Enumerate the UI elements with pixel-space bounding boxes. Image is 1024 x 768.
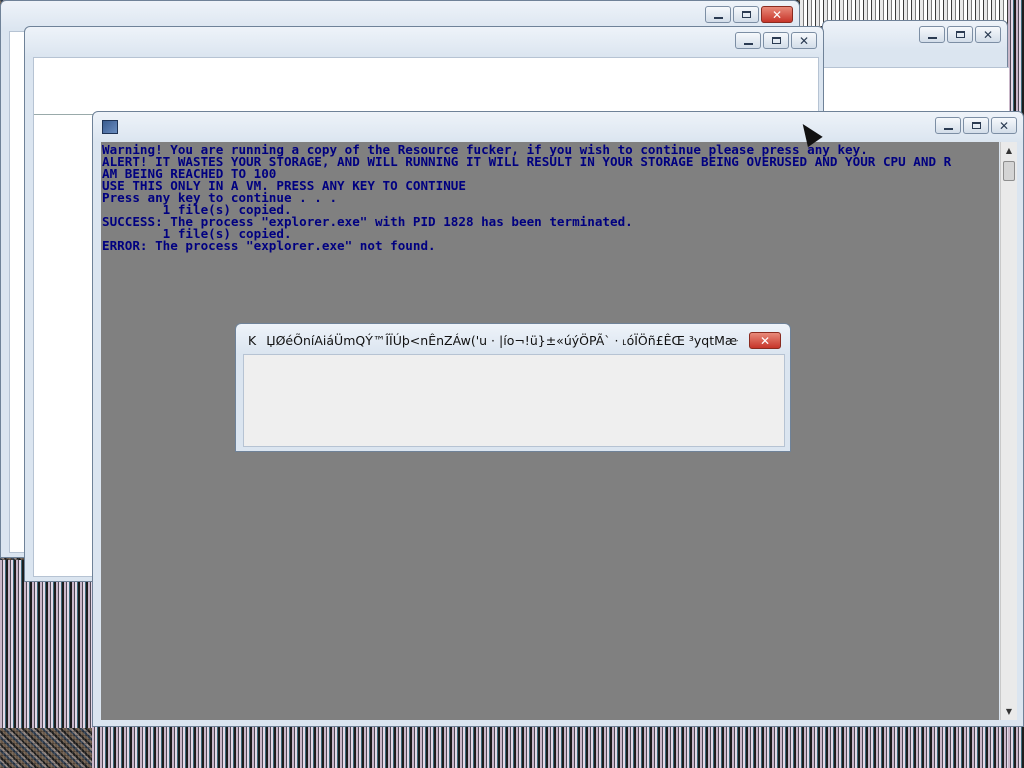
- close-icon[interactable]: ✕: [761, 6, 793, 23]
- close-icon[interactable]: ✕: [791, 32, 817, 49]
- scroll-down-arrow-icon[interactable]: ▼: [1001, 703, 1017, 720]
- minimize-icon[interactable]: [735, 32, 761, 49]
- glitch-artifact: [92, 727, 1024, 768]
- console-titlebar[interactable]: ✕: [93, 112, 1023, 142]
- dialog-body: [243, 354, 785, 447]
- console-output: Warning! You are running a copy of the R…: [101, 142, 999, 252]
- close-icon[interactable]: ✕: [991, 117, 1017, 134]
- scroll-up-arrow-icon[interactable]: ▲: [1001, 142, 1017, 159]
- minimize-icon[interactable]: [935, 117, 961, 134]
- maximize-icon[interactable]: [947, 26, 973, 43]
- window-controls: ✕: [735, 32, 817, 49]
- maximize-icon[interactable]: [733, 6, 759, 23]
- glitch-artifact: [0, 560, 92, 728]
- window-controls: ✕: [919, 26, 1001, 43]
- console-line: ERROR: The process "explorer.exe" not fo…: [102, 238, 436, 253]
- minimize-icon[interactable]: [705, 6, 731, 23]
- vertical-scrollbar[interactable]: ▲ ▼: [1000, 142, 1017, 720]
- error-dialog[interactable]: KЏØéÕníAiáÜmQÝ™ÎÏÚþ<nÊnZÁw('u · |ío¬!ü}…: [235, 323, 791, 452]
- close-icon[interactable]: ✕: [749, 332, 781, 349]
- maximize-icon[interactable]: [763, 32, 789, 49]
- window-controls: ✕: [935, 117, 1017, 134]
- minimize-icon[interactable]: [919, 26, 945, 43]
- console-app-icon: [102, 120, 118, 134]
- dialog-title: KЏØéÕníAiáÜmQÝ™ÎÏÚþ<nÊnZÁw('u · |ío¬!ü}…: [248, 333, 738, 348]
- close-icon[interactable]: ✕: [975, 26, 1001, 43]
- window-content: [823, 67, 1009, 114]
- dialog-controls: ✕: [749, 332, 781, 349]
- scroll-thumb[interactable]: [1003, 161, 1015, 181]
- window-controls: ✕: [705, 6, 793, 23]
- background-window-3[interactable]: ✕: [822, 20, 1009, 114]
- maximize-icon[interactable]: [963, 117, 989, 134]
